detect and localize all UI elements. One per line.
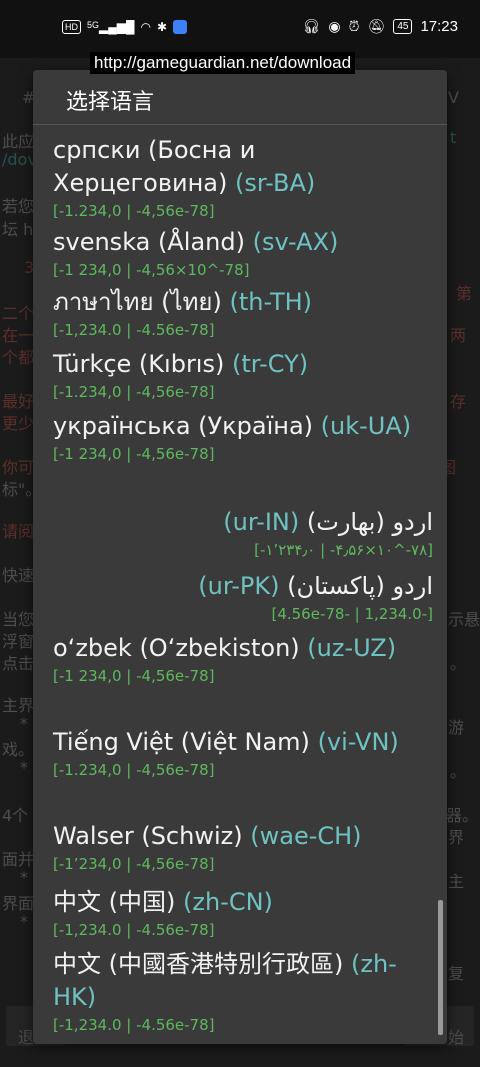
language-item[interactable]: Tiếng Việt (Việt Nam) (vi-VN) [-1.234,0 |…	[53, 726, 433, 779]
language-name: Walser (Schwiz) (wae-CH)	[53, 820, 433, 853]
divider	[33, 124, 447, 125]
hd-badge: HD	[62, 20, 81, 34]
language-code: (wae-CH)	[250, 822, 362, 850]
language-name: српски (Босна и Херцеговина) (sr-BA)	[53, 134, 433, 200]
language-label: українська (Україна)	[53, 412, 314, 440]
dialog-title: 选择语言	[66, 90, 155, 115]
language-code: (uz-UZ)	[307, 634, 397, 662]
language-dialog: 选择语言 српски (Босна и Херцеговина) (sr-BA…	[33, 70, 447, 1044]
language-label: اردو (پاکستان)	[287, 572, 433, 600]
language-item[interactable]: Walser (Schwiz) (wae-CH) [-1’234,0 | -4,5…	[53, 820, 433, 873]
alarm-icon: ⏰︎	[348, 18, 360, 34]
language-label: Türkçe (Kıbrıs)	[53, 350, 225, 378]
language-name: українська (Україна) (uk-UA)	[53, 410, 433, 443]
scrollbar[interactable]	[438, 900, 443, 1035]
language-item[interactable]: 中文 (中國香港特別行政區) (zh-HK) [-1,234.0 | -4.56e…	[53, 948, 433, 1034]
language-name: ภาษาไทย (ไทย) (th-TH)	[53, 286, 433, 319]
language-item[interactable]: اردو (پاکستان) (ur-PK) [-1,234.0 | -4.56e…	[53, 570, 433, 623]
language-label: српски (Босна и Херцеговина)	[53, 136, 256, 197]
language-label: Tiếng Việt (Việt Nam)	[53, 728, 310, 756]
language-label: اردو (بھارت)	[306, 508, 433, 536]
status-left: HD 5G▂▄▆█ ◠ ✱	[62, 20, 188, 34]
language-item[interactable]: اردو (بھارت) (ur-IN) [‎-۱٬۲۳۴٫۰ | ‎-۴٫۵۶×…	[53, 506, 433, 559]
bluetooth-icon: ✱	[156, 20, 168, 34]
language-label: 中文 (中國香港特別行政區)	[53, 950, 344, 978]
language-name: Tiếng Việt (Việt Nam) (vi-VN)	[53, 726, 433, 759]
number-format: [-1 234,0 | -4,56e-78]	[53, 667, 215, 685]
number-format: [-1 234,0 | -4,56e-78]	[53, 445, 215, 463]
language-label: ภาษาไทย (ไทย)	[53, 288, 222, 316]
language-code: (tr-CY)	[231, 350, 309, 378]
url-banner[interactable]: http://gameguardian.net/download	[90, 52, 356, 74]
language-label: o‘zbek (Oʻzbekiston)	[53, 634, 300, 662]
status-right: 🎧︎ ◉ ⏰︎ 🔕︎ 45 17:23	[303, 18, 458, 35]
headphones-icon: 🎧︎	[302, 18, 321, 34]
language-code: (sr-BA)	[234, 169, 316, 197]
eye-icon: ◉	[328, 18, 341, 34]
language-list[interactable]: српски (Босна и Херцеговина) (sr-BA) [-1.…	[33, 126, 447, 1044]
language-label: svenska (Åland)	[53, 228, 245, 256]
number-format: [-1.234,0 | -4,56e-78]	[53, 202, 215, 220]
language-code: (ur-IN)	[223, 508, 300, 536]
language-name: o‘zbek (Oʻzbekiston) (uz-UZ)	[53, 632, 433, 665]
language-item[interactable]: 中文 (中国) (zh-CN) [-1,234.0 | -4.56e-78]	[53, 886, 433, 939]
language-code: (th-TH)	[229, 288, 313, 316]
number-format: [-1,234.0 | -4.56e-78]	[53, 921, 215, 939]
language-name: svenska (Åland) (sv-AX)	[53, 226, 433, 259]
language-name: اردو (پاکستان) (ur-PK)	[53, 570, 433, 603]
language-label: 中文 (中国)	[53, 888, 176, 916]
status-bar: HD 5G▂▄▆█ ◠ ✱ 🎧︎ ◉ ⏰︎ 🔕︎ 45 17:23	[0, 0, 480, 58]
language-name: 中文 (中國香港特別行政區) (zh-HK)	[53, 948, 433, 1014]
mute-icon: 🔕︎	[367, 18, 386, 34]
language-code: (vi-VN)	[317, 728, 399, 756]
signal-icon: 5G▂▄▆█	[87, 20, 135, 34]
number-format: [-1’234,0 | -4,56e-78]	[53, 855, 215, 873]
language-item[interactable]: svenska (Åland) (sv-AX) [-1 234,0 | -4,56…	[53, 226, 433, 279]
language-label: Walser (Schwiz)	[53, 822, 243, 850]
clock: 17:23	[420, 18, 458, 35]
wifi-icon: ◠	[140, 20, 151, 34]
number-format: [-1,234.0 | -4.56e-78]	[53, 1016, 215, 1034]
number-format: [-1.234,0 | -4,56e-78]	[53, 761, 215, 779]
language-name: 中文 (中国) (zh-CN)	[53, 886, 433, 919]
language-code: (zh-CN)	[183, 888, 273, 916]
language-item[interactable]: українська (Україна) (uk-UA) [-1 234,0 | …	[53, 410, 433, 463]
language-name: Türkçe (Kıbrıs) (tr-CY)	[53, 348, 433, 381]
language-code: (sv-AX)	[252, 228, 339, 256]
number-format: [-1,234.0 | -4.56e-78]	[271, 605, 433, 623]
language-item[interactable]: ภาษาไทย (ไทย) (th-TH) [-1,234.0 | -4.56e-…	[53, 286, 433, 339]
language-item[interactable]: o‘zbek (Oʻzbekiston) (uz-UZ) [-1 234,0 | …	[53, 632, 433, 685]
language-code: (ur-PK)	[198, 572, 280, 600]
number-format: [‎-۱٬۲۳۴٫۰ | ‎-۴٫۵۶×۱۰^‎-۷۸]	[254, 541, 433, 559]
language-item[interactable]: српски (Босна и Херцеговина) (sr-BA) [-1.…	[53, 134, 433, 220]
language-item[interactable]: Türkçe (Kıbrıs) (tr-CY) [-1.234,0 | -4,56…	[53, 348, 433, 401]
battery-icon: 45	[393, 19, 413, 34]
number-format: [-1.234,0 | -4,56e-78]	[53, 383, 215, 401]
language-name: اردو (بھارت) (ur-IN)	[53, 506, 433, 539]
number-format: [-1 234,0 | -4,56×10^-78]	[53, 261, 250, 279]
shield-icon	[173, 20, 188, 34]
number-format: [-1,234.0 | -4.56e-78]	[53, 321, 215, 339]
language-code: (uk-UA)	[320, 412, 412, 440]
